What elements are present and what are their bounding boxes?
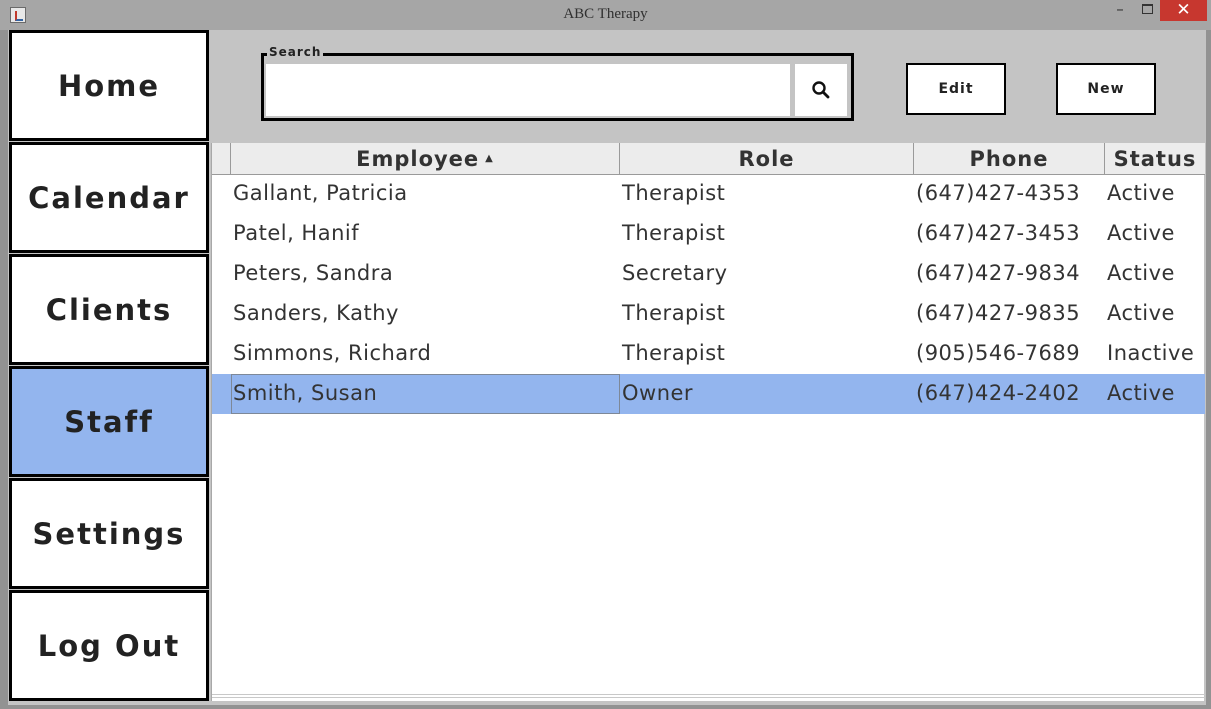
column-header-phone[interactable]: Phone [914, 143, 1105, 174]
cell-status: Inactive [1107, 341, 1195, 365]
nav-clients-label: Clients [45, 292, 173, 327]
nav-home-label: Home [57, 68, 161, 103]
search-button[interactable] [795, 64, 847, 116]
cell-phone: (905)546-7689 [916, 341, 1081, 365]
nav-clients-button[interactable]: Clients [9, 254, 209, 365]
nav-logout-button[interactable]: Log Out [9, 590, 209, 701]
nav-settings-button[interactable]: Settings [9, 478, 209, 589]
table-header: Employee ▲ Role Phone Status [212, 143, 1205, 175]
table-row[interactable]: Sanders, Kathy Therapist (647)427-9835 A… [212, 294, 1205, 334]
cell-role: Therapist [622, 301, 726, 325]
table-row[interactable]: Patel, Hanif Therapist (647)427-3453 Act… [212, 214, 1205, 254]
cell-phone: (647)424-2402 [916, 381, 1081, 405]
column-header-employee-label: Employee [356, 146, 480, 171]
cell-role: Owner [622, 381, 694, 405]
sort-ascending-icon: ▲ [485, 153, 494, 164]
cell-role: Therapist [622, 181, 726, 205]
cell-status: Active [1107, 221, 1175, 245]
cell-phone: (647)427-9835 [916, 301, 1081, 325]
nav-calendar-button[interactable]: Calendar [9, 142, 209, 253]
column-header-employee[interactable]: Employee ▲ [231, 143, 620, 174]
search-legend: Search [267, 45, 324, 59]
header-corner [212, 143, 231, 174]
table-row-selected[interactable]: Smith, Susan Owner (647)424-2402 Active [212, 374, 1205, 414]
cell-status: Active [1107, 381, 1175, 405]
cell-employee: Peters, Sandra [233, 261, 394, 285]
nav-settings-label: Settings [32, 516, 186, 551]
nav-calendar-label: Calendar [28, 180, 190, 215]
cell-role: Therapist [622, 221, 726, 245]
table-row[interactable]: Peters, Sandra Secretary (647)427-9834 A… [212, 254, 1205, 294]
cell-status: Active [1107, 181, 1175, 205]
window-title: ABC Therapy [563, 6, 648, 22]
horizontal-scrollbar[interactable] [212, 694, 1205, 698]
nav-staff-label: Staff [64, 404, 154, 439]
staff-table: Employee ▲ Role Phone Status Gallant, Pa… [211, 143, 1205, 701]
new-button[interactable]: New [1056, 63, 1156, 115]
column-header-status[interactable]: Status [1105, 143, 1205, 174]
edit-button[interactable]: Edit [906, 63, 1006, 115]
column-header-role[interactable]: Role [620, 143, 914, 174]
nav-logout-label: Log Out [37, 628, 181, 663]
cell-employee: Simmons, Richard [233, 341, 432, 365]
cell-employee: Sanders, Kathy [233, 301, 399, 325]
cell-employee: Smith, Susan [231, 374, 620, 414]
cell-status: Active [1107, 301, 1175, 325]
table-row[interactable]: Gallant, Patricia Therapist (647)427-435… [212, 174, 1205, 214]
cell-role: Secretary [622, 261, 728, 285]
cell-employee: Gallant, Patricia [233, 181, 408, 205]
search-input[interactable] [266, 64, 790, 116]
cell-phone: (647)427-9834 [916, 261, 1081, 285]
nav-home-button[interactable]: Home [9, 30, 209, 141]
cell-phone: (647)427-3453 [916, 221, 1081, 245]
maximize-button[interactable] [1136, 0, 1158, 22]
cell-phone: (647)427-4353 [916, 181, 1081, 205]
search-icon [812, 81, 830, 99]
close-button[interactable]: ✕ [1160, 0, 1207, 21]
minimize-button[interactable]: – [1107, 0, 1133, 22]
cell-role: Therapist [622, 341, 726, 365]
nav-staff-button[interactable]: Staff [9, 366, 209, 477]
title-bar: ABC Therapy – ✕ [0, 0, 1211, 30]
table-row[interactable]: Simmons, Richard Therapist (905)546-7689… [212, 334, 1205, 374]
cell-status: Active [1107, 261, 1175, 285]
cell-employee: Patel, Hanif [233, 221, 360, 245]
